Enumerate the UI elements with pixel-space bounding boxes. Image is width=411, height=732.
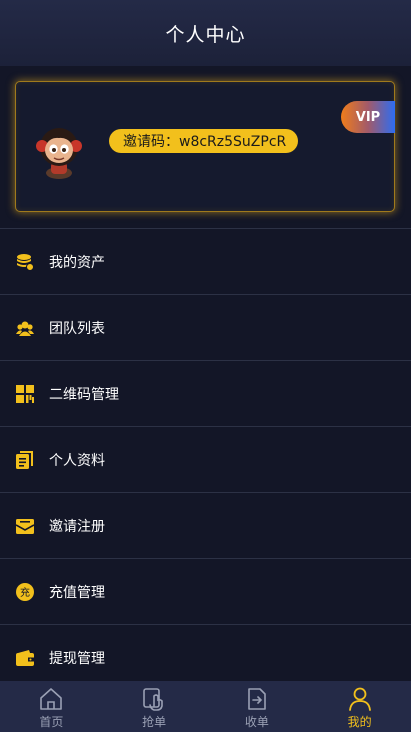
home-icon xyxy=(40,688,63,710)
profile-card: 邀请码：w8cRz5SuZPcR VIP xyxy=(15,81,395,212)
menu-item-recharge[interactable]: 充 充值管理 xyxy=(0,558,411,624)
tab-receive-order[interactable]: 收单 xyxy=(206,681,309,732)
header-bar: 个人中心 xyxy=(0,0,411,66)
svg-text:充: 充 xyxy=(20,586,30,599)
tab-label-receive-order: 收单 xyxy=(244,715,269,729)
menu-item-team[interactable]: 团队列表 xyxy=(0,294,411,360)
menu-item-profile[interactable]: 个人资料 xyxy=(0,426,411,492)
grab-order-icon xyxy=(143,688,163,711)
tab-grab-order[interactable]: 抢单 xyxy=(103,681,206,732)
tab-home[interactable]: 首页 xyxy=(0,681,103,732)
receive-order-icon xyxy=(248,688,266,710)
tab-label-home: 首页 xyxy=(39,715,64,729)
vip-badge-label: VIP xyxy=(355,109,381,125)
invite-code-badge[interactable]: 邀请码：w8cRz5SuZPcR xyxy=(109,129,299,153)
vip-badge[interactable]: VIP xyxy=(341,101,395,133)
menu-list: 我的资产 团队列表 二维码管理 个人资料 邀请注册 充 充值管理 提现管理 xyxy=(0,228,411,690)
menu-item-qrcode[interactable]: 二维码管理 xyxy=(0,360,411,426)
recharge-icon: 充 xyxy=(16,582,34,601)
menu-label-profile: 个人资料 xyxy=(49,452,105,469)
invite-code-text: 邀请码：w8cRz5SuZPcR xyxy=(123,134,287,150)
menu-label-assets: 我的资产 xyxy=(49,254,105,271)
user-icon xyxy=(348,687,371,711)
invite-mail-icon xyxy=(16,517,34,535)
avatar[interactable] xyxy=(36,120,82,180)
menu-label-qrcode: 二维码管理 xyxy=(49,386,119,403)
menu-label-recharge: 充值管理 xyxy=(49,584,105,601)
menu-label-withdraw: 提现管理 xyxy=(49,650,105,667)
tab-mine[interactable]: 我的 xyxy=(308,681,411,732)
menu-label-invite: 邀请注册 xyxy=(49,518,105,535)
team-icon xyxy=(16,319,34,337)
tab-label-grab-order: 抢单 xyxy=(142,715,167,729)
wallet-icon xyxy=(16,649,34,667)
profile-doc-icon xyxy=(16,450,34,469)
page-title: 个人中心 xyxy=(165,23,246,46)
bottom-tab-bar: 首页 抢单 收单 我的 xyxy=(0,681,411,732)
tab-label-mine: 我的 xyxy=(347,715,372,729)
qrcode-icon xyxy=(16,384,34,403)
menu-label-team: 团队列表 xyxy=(49,320,105,337)
menu-item-invite[interactable]: 邀请注册 xyxy=(0,492,411,558)
menu-item-assets[interactable]: 我的资产 xyxy=(0,228,411,294)
coins-icon xyxy=(16,253,34,271)
